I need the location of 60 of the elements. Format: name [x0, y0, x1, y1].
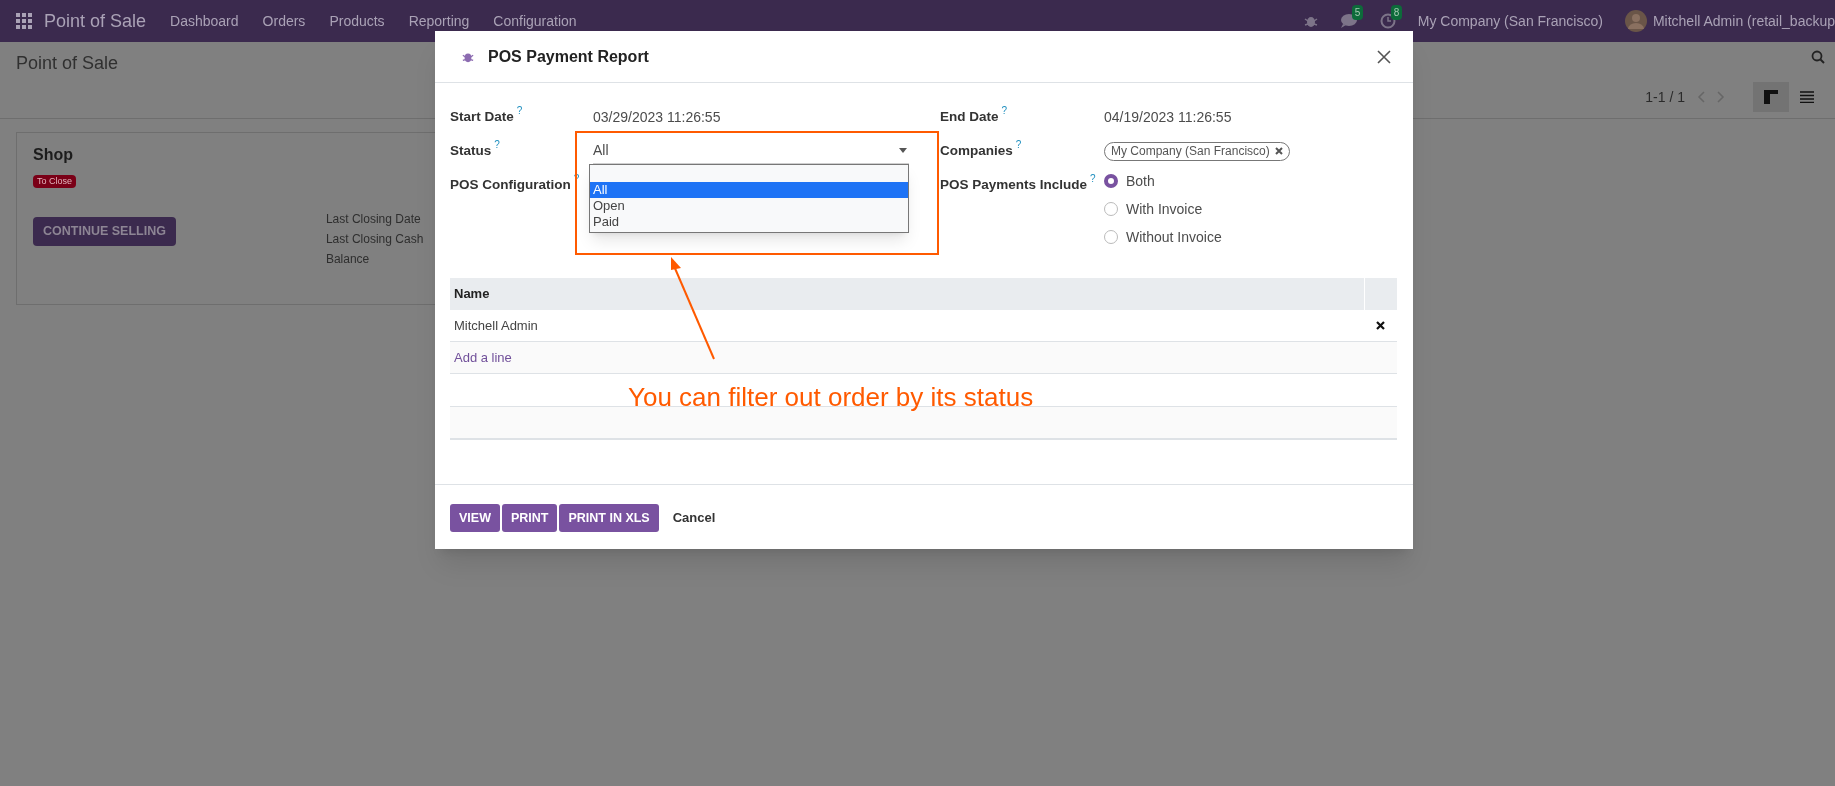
breadcrumb: Point of Sale	[16, 53, 119, 73]
bug-icon[interactable]	[1303, 14, 1318, 28]
company-switcher[interactable]: My Company (San Francisco)	[1417, 10, 1603, 32]
column-header: Name	[453, 285, 491, 303]
clock-icon[interactable]	[1379, 13, 1396, 29]
nav-menu-item[interactable]: Reporting	[408, 10, 470, 32]
dropdown-option[interactable]: Open	[590, 198, 908, 214]
field-label: End Date	[940, 107, 999, 126]
report-button[interactable]: PRINT	[501, 504, 558, 532]
close-icon[interactable]	[1377, 49, 1391, 64]
status-badge: To Close	[33, 175, 76, 188]
count-badge: 5	[1351, 5, 1364, 20]
dialog-title: POS Payment Report	[488, 46, 649, 67]
pager-value[interactable]: 1-1 / 1	[1645, 86, 1685, 108]
nav-menu-item[interactable]: Products	[329, 10, 385, 32]
radio-label[interactable]: Both	[1126, 170, 1155, 192]
nav-menu-item[interactable]: Orders	[262, 10, 306, 32]
field-label: Companies	[940, 141, 1013, 160]
kanban-view-button[interactable]	[1753, 82, 1789, 112]
list-icon	[1800, 91, 1814, 103]
avatar-icon[interactable]	[1624, 10, 1647, 32]
annotation-text: You can filter out order by its status	[628, 381, 1034, 414]
help-tooltip-mark[interactable]: ?	[1015, 140, 1022, 150]
add-line-link[interactable]: Add a line	[450, 347, 516, 368]
dropdown-option[interactable]: Paid	[590, 214, 908, 230]
stat-label: Last Closing Cash	[325, 231, 424, 248]
cancel-button[interactable]: Cancel	[660, 504, 728, 532]
nav-menu-item[interactable]: Dashboard	[170, 10, 239, 32]
delete-icon[interactable]	[1376, 321, 1385, 330]
radio-button[interactable]	[1104, 230, 1118, 244]
stat-label: Balance	[325, 251, 371, 268]
date-field[interactable]: 03/29/2023 11:26:55	[593, 106, 721, 128]
field-label: POS Payments Include	[940, 175, 1088, 194]
count-badge: 8	[1390, 5, 1403, 20]
apps-menu-icon[interactable]	[16, 13, 32, 29]
stat-label: Last Closing Date	[325, 211, 422, 228]
radio-label[interactable]: With Invoice	[1126, 198, 1203, 220]
app-name[interactable]: Point of Sale	[44, 7, 147, 35]
field-label: Status	[450, 141, 492, 160]
dropdown-option[interactable]: All	[590, 182, 908, 198]
radio-label[interactable]: Without Invoice	[1126, 226, 1222, 248]
report-button[interactable]: PRINT IN XLS	[559, 504, 659, 532]
help-tooltip-mark[interactable]: ?	[1090, 174, 1096, 184]
radio-button[interactable]	[1104, 174, 1118, 188]
help-tooltip-mark[interactable]: ?	[516, 106, 523, 116]
user-menu[interactable]: Mitchell Admin (retail_backup	[1652, 10, 1835, 32]
search-icon[interactable]	[1811, 50, 1825, 64]
continue-selling-button[interactable]: CONTINUE SELLING	[33, 217, 176, 246]
help-tooltip-mark[interactable]: ?	[494, 140, 500, 150]
table-cell-text: Mitchell Admin	[453, 316, 539, 335]
report-button[interactable]: VIEW	[450, 504, 500, 532]
help-tooltip-mark[interactable]: ?	[1001, 106, 1008, 116]
nav-menu-item[interactable]: Configuration	[493, 10, 577, 32]
field-label: Start Date	[450, 107, 514, 126]
caret-icon	[899, 148, 907, 153]
remove-icon[interactable]	[1274, 147, 1283, 155]
radio-button[interactable]	[1104, 202, 1118, 216]
kanban-icon	[1764, 90, 1778, 104]
field-label: POS Configuration	[450, 175, 571, 194]
date-field[interactable]: 04/19/2023 11:26:55	[1104, 106, 1232, 128]
